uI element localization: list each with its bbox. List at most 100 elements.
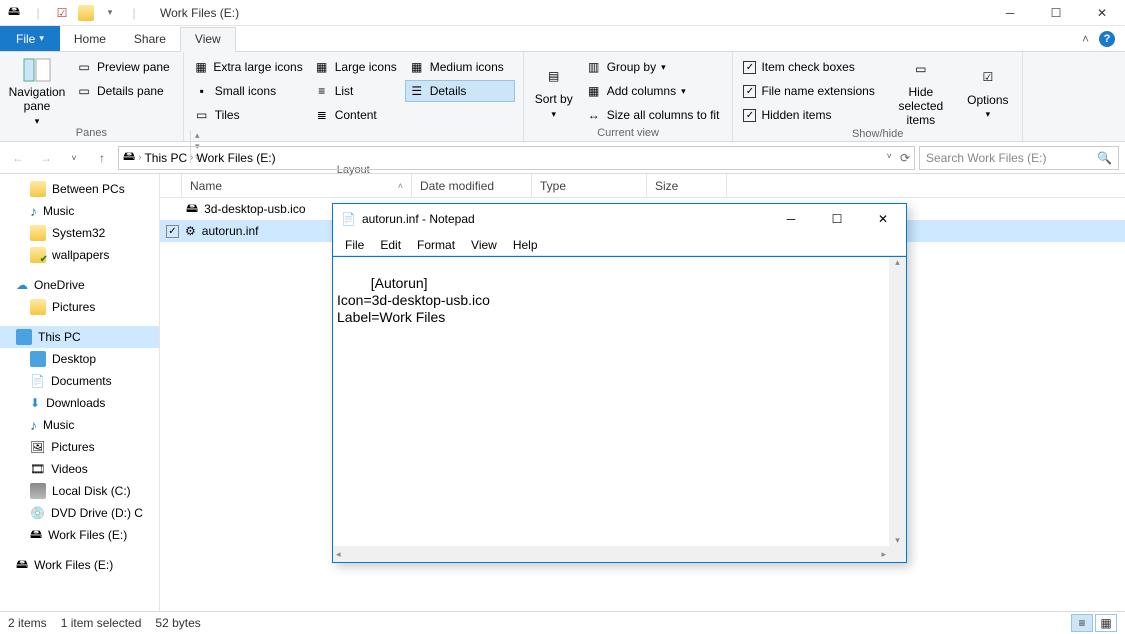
- app-icon: 🖴: [6, 5, 22, 21]
- notepad-menu-edit[interactable]: Edit: [374, 236, 407, 254]
- details-pane-button[interactable]: ▭Details pane: [72, 80, 177, 102]
- view-medium-icons[interactable]: ▦Medium icons: [405, 56, 515, 78]
- view-details-button[interactable]: ≡: [1071, 614, 1093, 632]
- navigation-tree[interactable]: Between PCs ♪Music System32 ✔wallpapers …: [0, 174, 160, 611]
- search-input[interactable]: Search Work Files (E:) 🔍: [919, 146, 1119, 170]
- nav-wallpapers[interactable]: ✔wallpapers: [0, 244, 159, 266]
- notepad-maximize-button[interactable]: ☐: [814, 204, 860, 234]
- maximize-button[interactable]: ☐: [1033, 0, 1079, 26]
- nav-pictures2[interactable]: 🖼Pictures: [0, 436, 159, 458]
- nav-pictures[interactable]: Pictures: [0, 296, 159, 318]
- notepad-menu-format[interactable]: Format: [411, 236, 461, 254]
- search-icon: 🔍: [1097, 151, 1112, 165]
- notepad-menu-file[interactable]: File: [339, 236, 370, 254]
- column-headers[interactable]: Name˄ Date modified Type Size: [160, 174, 1125, 198]
- notepad-menu-help[interactable]: Help: [507, 236, 544, 254]
- breadcrumb-work-files[interactable]: Work Files (E:): [197, 151, 276, 165]
- nav-local-disk[interactable]: Local Disk (C:): [0, 480, 159, 502]
- breadcrumb-this-pc[interactable]: This PC: [144, 151, 187, 165]
- ribbon-collapse-icon[interactable]: ˄: [1082, 32, 1089, 46]
- hidden-items-toggle[interactable]: ✓Hidden items: [739, 104, 881, 126]
- ribbon-group-current-view: ▤Sort by▾ ▥Group by ▾ ▦Add columns ▾ ↔Si…: [524, 52, 734, 141]
- nav-music2[interactable]: ♪Music: [0, 414, 159, 436]
- address-bar[interactable]: 🖴 › This PC › Work Files (E:) ˅ ⟳: [118, 146, 915, 170]
- forward-button[interactable]: →: [34, 146, 58, 170]
- view-list[interactable]: ≡List: [310, 80, 405, 102]
- window-title: Work Files (E:): [160, 6, 239, 20]
- hide-selected-button[interactable]: ▭Hide selected items: [886, 56, 956, 127]
- view-small-icons[interactable]: ▪Small icons: [190, 80, 310, 102]
- notepad-horizontal-scrollbar[interactable]: ◂▸: [333, 546, 889, 562]
- back-button[interactable]: ←: [6, 146, 30, 170]
- nav-downloads[interactable]: ⬇Downloads: [0, 392, 159, 414]
- view-extra-large-icons[interactable]: ▦Extra large icons: [190, 56, 310, 78]
- notepad-close-button[interactable]: ✕: [860, 204, 906, 234]
- chevron-right-icon[interactable]: ›: [190, 152, 193, 163]
- recent-locations-button[interactable]: ˅: [62, 146, 86, 170]
- group-label: Show/hide: [739, 127, 1015, 140]
- nav-this-pc[interactable]: This PC: [0, 326, 159, 348]
- chevron-right-icon[interactable]: ›: [138, 152, 141, 163]
- qat-checkbox-icon[interactable]: ☑: [54, 5, 70, 21]
- preview-pane-button[interactable]: ▭Preview pane: [72, 56, 177, 78]
- notepad-title-bar[interactable]: 📄 autorun.inf - Notepad ─ ☐ ✕: [333, 204, 906, 234]
- scroll-right-icon[interactable]: ▸: [881, 549, 886, 560]
- help-icon[interactable]: ?: [1099, 31, 1115, 47]
- status-item-count: 2 items: [8, 616, 47, 630]
- scroll-up-icon[interactable]: ▴: [895, 257, 900, 268]
- nav-music[interactable]: ♪Music: [0, 200, 159, 222]
- nav-documents[interactable]: 📄Documents: [0, 370, 159, 392]
- view-thumbnails-button[interactable]: ▦: [1095, 614, 1117, 632]
- refresh-icon[interactable]: ⟳: [900, 151, 910, 165]
- view-details[interactable]: ☰Details: [405, 80, 515, 102]
- notepad-minimize-button[interactable]: ─: [768, 204, 814, 234]
- item-check-boxes-toggle[interactable]: ✓Item check boxes: [739, 56, 881, 78]
- add-columns-button[interactable]: ▦Add columns ▾: [582, 80, 727, 102]
- view-large-icons[interactable]: ▦Large icons: [310, 56, 405, 78]
- nav-work-files[interactable]: 🖴Work Files (E:): [0, 524, 159, 546]
- view-content[interactable]: ≣Content: [310, 104, 405, 126]
- tab-view[interactable]: View: [180, 27, 236, 52]
- address-dropdown-icon[interactable]: ˅: [887, 151, 892, 165]
- notepad-menu-view[interactable]: View: [465, 236, 503, 254]
- col-name[interactable]: Name˄: [182, 174, 412, 197]
- size-columns-button[interactable]: ↔Size all columns to fit: [582, 104, 727, 126]
- nav-dvd-drive[interactable]: 💿DVD Drive (D:) C: [0, 502, 159, 524]
- layout-scroll-up-icon[interactable]: ▴: [195, 130, 200, 141]
- title-bar: 🖴 | ☑ ▾ | Work Files (E:) ─ ☐ ✕: [0, 0, 1125, 26]
- close-button[interactable]: ✕: [1079, 0, 1125, 26]
- sort-by-button[interactable]: ▤Sort by▾: [530, 56, 578, 126]
- minimize-button[interactable]: ─: [987, 0, 1033, 26]
- group-by-button[interactable]: ▥Group by ▾: [582, 56, 727, 78]
- tab-home[interactable]: Home: [60, 26, 120, 51]
- scroll-down-icon[interactable]: ▾: [895, 535, 900, 546]
- view-tiles[interactable]: ▭Tiles: [190, 104, 310, 126]
- status-selection: 1 item selected: [61, 616, 142, 630]
- notepad-resize-grip[interactable]: [889, 546, 906, 562]
- tab-file[interactable]: File ▾: [0, 26, 60, 51]
- col-date[interactable]: Date modified: [412, 174, 532, 197]
- qat-dropdown-icon[interactable]: ▾: [102, 5, 118, 21]
- nav-desktop[interactable]: Desktop: [0, 348, 159, 370]
- notepad-vertical-scrollbar[interactable]: ▴▾: [889, 257, 906, 546]
- nav-system32[interactable]: System32: [0, 222, 159, 244]
- nav-onedrive[interactable]: ☁OneDrive: [0, 274, 159, 296]
- col-type[interactable]: Type: [532, 174, 647, 197]
- row-checkbox[interactable]: ✓: [166, 225, 179, 238]
- notepad-window[interactable]: 📄 autorun.inf - Notepad ─ ☐ ✕ File Edit …: [332, 203, 907, 563]
- qat-folder-icon[interactable]: [78, 5, 94, 21]
- nav-work-files-removable[interactable]: 🖴Work Files (E:): [0, 554, 159, 576]
- search-placeholder: Search Work Files (E:): [926, 151, 1046, 165]
- options-button[interactable]: ☑Options▾: [960, 56, 1016, 127]
- col-size[interactable]: Size: [647, 174, 727, 197]
- scroll-left-icon[interactable]: ◂: [336, 549, 341, 560]
- file-extensions-toggle[interactable]: ✓File name extensions: [739, 80, 881, 102]
- tab-share[interactable]: Share: [120, 26, 180, 51]
- up-button[interactable]: ↑: [90, 146, 114, 170]
- notepad-text-area[interactable]: [Autorun] Icon=3d-desktop-usb.ico Label=…: [333, 256, 906, 562]
- navigation-pane-button[interactable]: Navigation pane▾: [6, 56, 68, 126]
- nav-videos[interactable]: 🎞Videos: [0, 458, 159, 480]
- ico-file-icon: 🖴: [186, 199, 198, 220]
- ribbon-tabs: File ▾ Home Share View ˄ ?: [0, 26, 1125, 52]
- nav-between-pcs[interactable]: Between PCs: [0, 178, 159, 200]
